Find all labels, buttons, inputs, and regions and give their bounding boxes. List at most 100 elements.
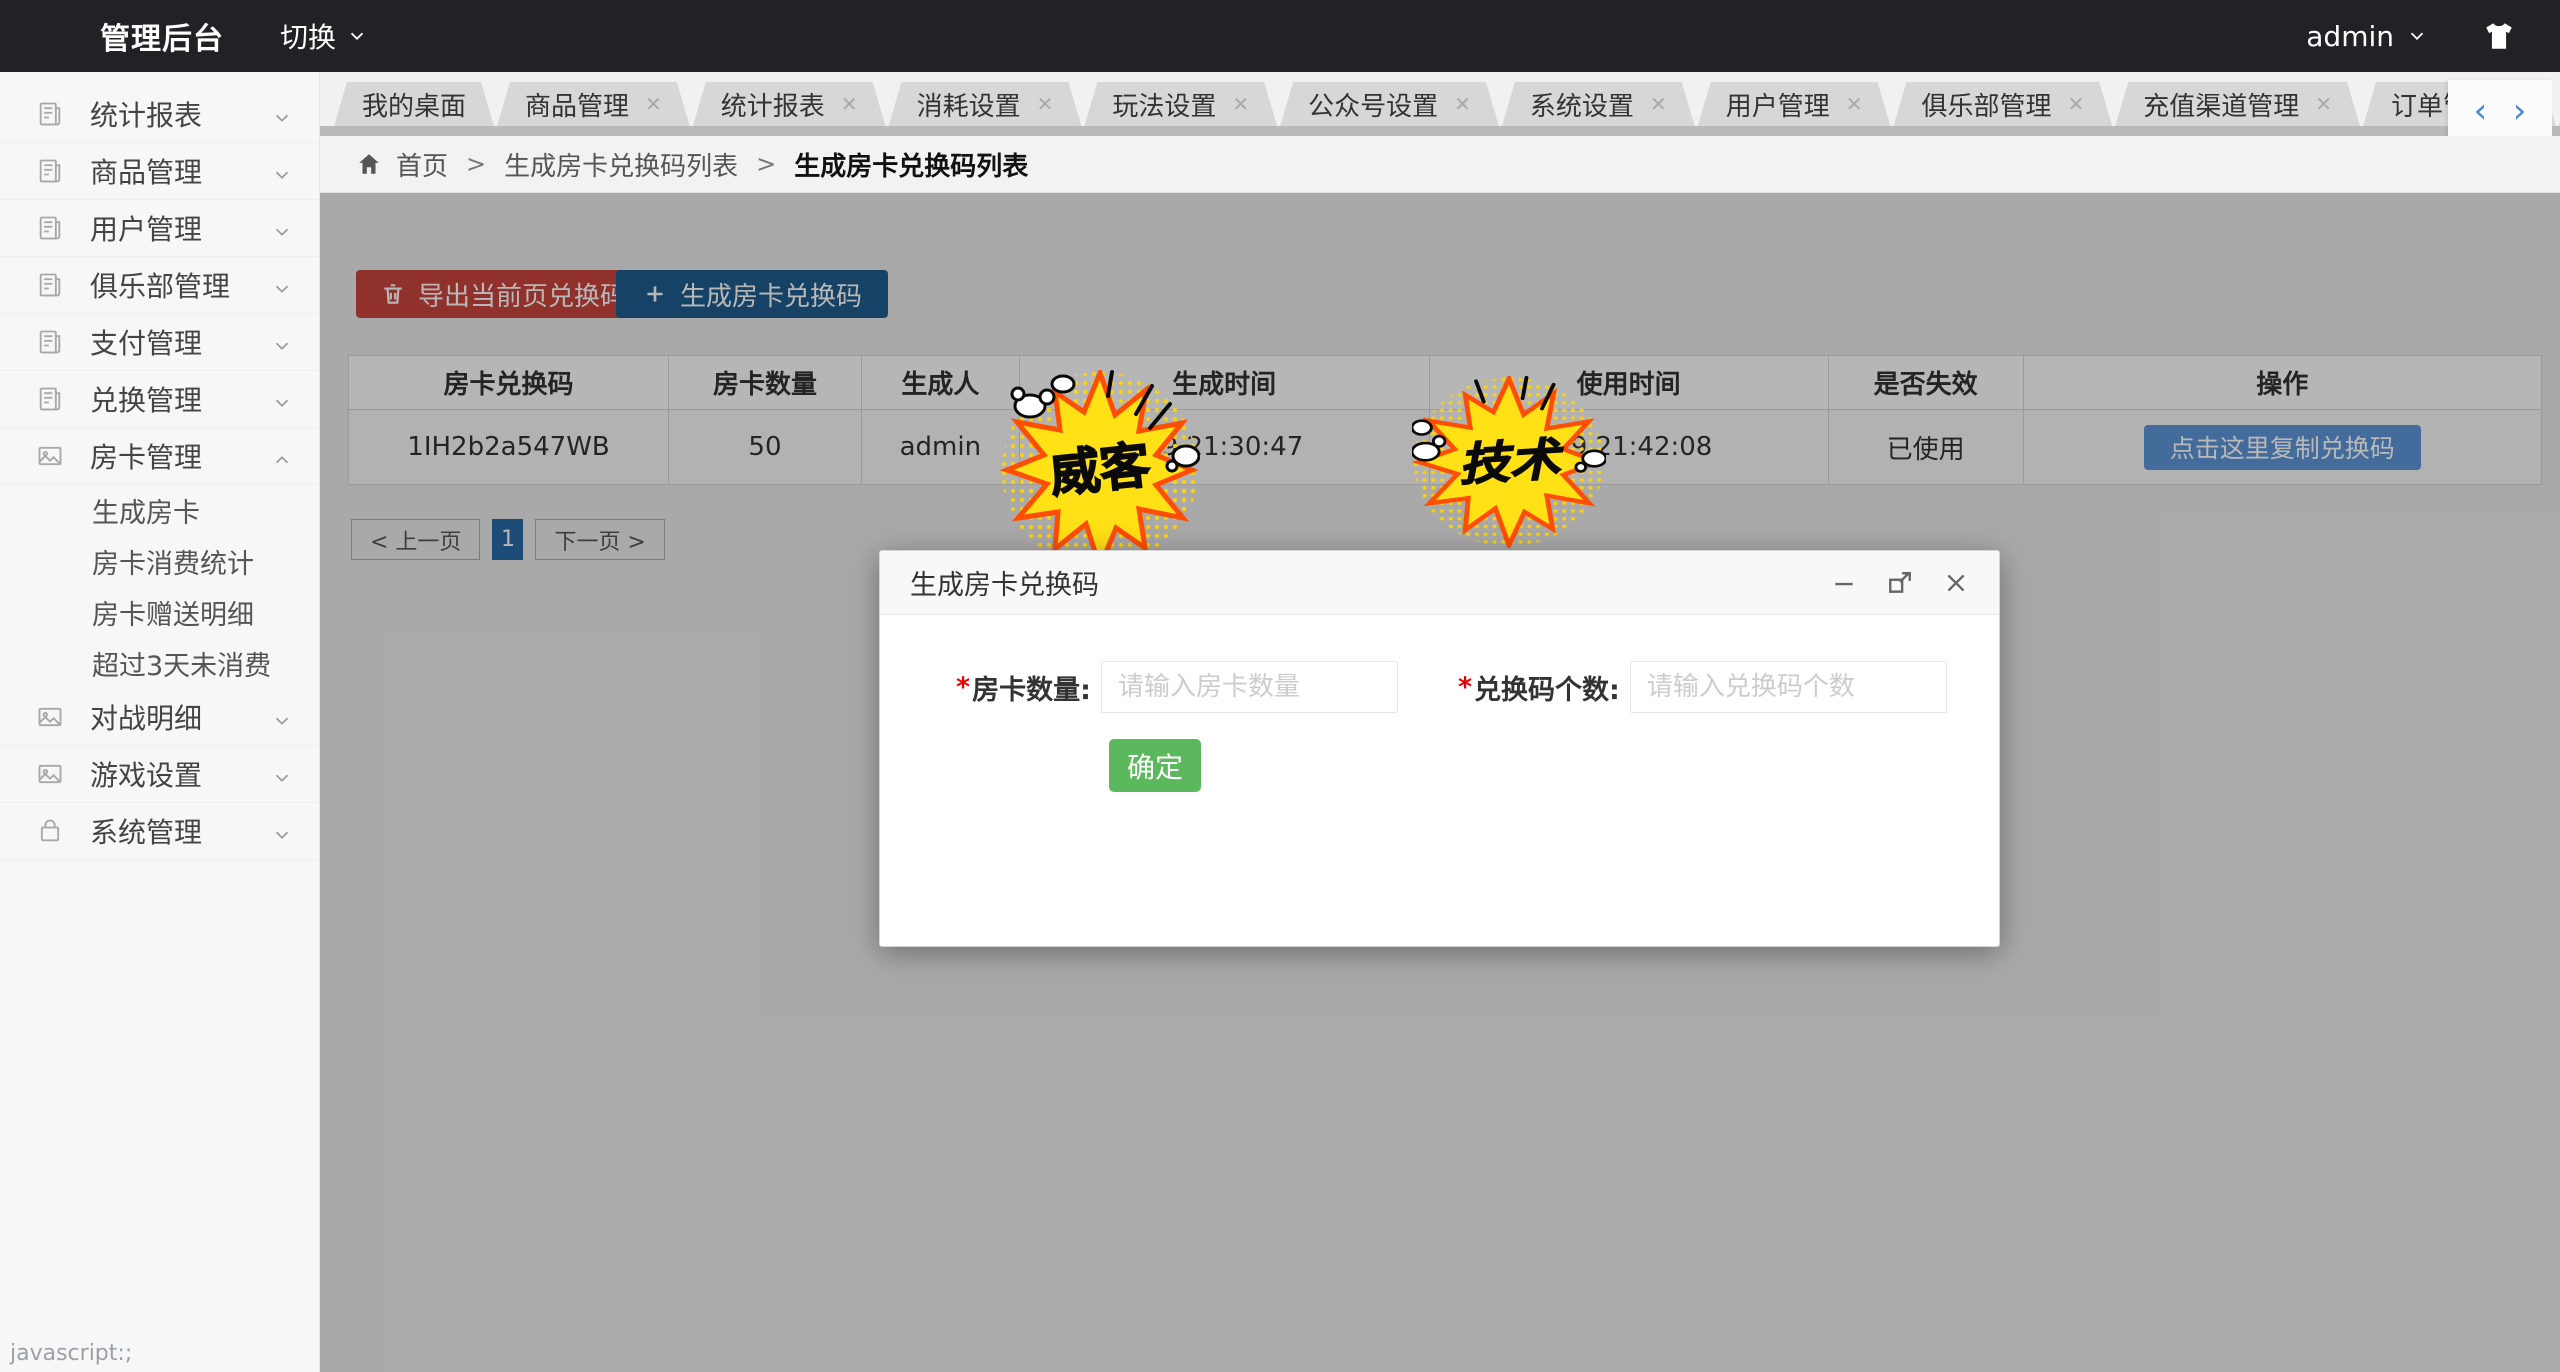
breadcrumb: 首页 > 生成房卡兑换码列表 > 生成房卡兑换码列表 — [320, 136, 2560, 193]
sidebar-item-roomcards[interactable]: 房卡管理 — [0, 428, 319, 485]
chevron-down-icon — [346, 25, 368, 47]
roomcard-quantity-label: 房卡数量: — [972, 668, 1091, 707]
roomcard-quantity-input[interactable] — [1101, 661, 1398, 713]
sidebar-subitem-roomcard-consumption[interactable]: 房卡消费统计 — [0, 536, 319, 587]
chevron-down-icon — [271, 388, 293, 410]
chevron-up-icon — [271, 445, 293, 467]
close-icon[interactable] — [1943, 570, 1969, 596]
breadcrumb-separator: > — [466, 150, 486, 178]
switch-menu[interactable]: 切换 — [280, 16, 368, 56]
sidebar: 统计报表 商品管理 用户管理 俱乐部管理 支付管理 兑换管理 房卡管理 生成房卡… — [0, 72, 320, 1372]
sidebar-item-label: 系统管理 — [90, 811, 202, 851]
tab-close-icon[interactable]: ✕ — [1454, 92, 1471, 116]
tab-consumption-settings[interactable]: 消耗设置 ✕ — [889, 82, 1082, 126]
tab-label: 俱乐部管理 — [1921, 86, 2051, 123]
tab-label: 我的桌面 — [362, 86, 466, 123]
sidebar-item-statistics[interactable]: 统计报表 — [0, 86, 319, 143]
minimize-icon[interactable] — [1831, 570, 1857, 596]
tab-close-icon[interactable]: ✕ — [2068, 92, 2085, 116]
sidebar-item-label: 统计报表 — [90, 94, 202, 134]
code-count-input[interactable] — [1630, 661, 1947, 713]
chevron-down-icon — [271, 820, 293, 842]
user-menu[interactable]: admin — [2306, 20, 2428, 53]
sidebar-item-label: 俱乐部管理 — [90, 265, 230, 305]
modal-body: * 房卡数量: * 兑换码个数: 确定 — [880, 615, 1999, 947]
app-title: 管理后台 — [100, 14, 224, 58]
tab-clubs[interactable]: 俱乐部管理 ✕ — [1893, 82, 2112, 126]
chevron-down-icon — [271, 706, 293, 728]
tab-close-icon[interactable]: ✕ — [841, 92, 858, 116]
username: admin — [2306, 20, 2394, 53]
generate-codes-modal: 生成房卡兑换码 * 房卡数量: * 兑换码个数: 确定 — [879, 550, 2000, 947]
tab-close-icon[interactable]: ✕ — [1846, 92, 1863, 116]
scroll-left-icon[interactable]: ‹ — [2474, 94, 2488, 128]
sidebar-item-label: 房卡管理 — [90, 436, 202, 476]
sub-item-label: 房卡赠送明细 — [92, 593, 254, 632]
status-link-hint: javascript:; — [10, 1341, 132, 1366]
sidebar-item-system[interactable]: 系统管理 — [0, 803, 319, 860]
tab-statistics[interactable]: 统计报表 ✕ — [693, 82, 886, 126]
chevron-down-icon — [271, 103, 293, 125]
tab-close-icon[interactable]: ✕ — [1650, 92, 1667, 116]
sidebar-item-redeem[interactable]: 兑换管理 — [0, 371, 319, 428]
tab-label: 消耗设置 — [917, 86, 1021, 123]
tab-label: 玩法设置 — [1112, 86, 1216, 123]
modal-header: 生成房卡兑换码 — [880, 551, 1999, 615]
tshirt-icon[interactable] — [2482, 19, 2516, 53]
sidebar-item-label: 支付管理 — [90, 322, 202, 362]
tab-my-desktop[interactable]: 我的桌面 — [334, 82, 494, 126]
tab-products[interactable]: 商品管理 ✕ — [497, 82, 690, 126]
tab-label: 统计报表 — [721, 86, 825, 123]
breadcrumb-item[interactable]: 生成房卡兑换码列表 — [504, 146, 738, 183]
sidebar-item-label: 兑换管理 — [90, 379, 202, 419]
tab-close-icon[interactable]: ✕ — [2315, 92, 2332, 116]
tab-system-settings[interactable]: 系统设置✕ — [1502, 82, 1695, 126]
modal-title: 生成房卡兑换码 — [910, 563, 1099, 602]
sidebar-subitem-generate-roomcard[interactable]: 生成房卡 — [0, 485, 319, 536]
sidebar-item-label: 游戏设置 — [90, 754, 202, 794]
doc-icon — [36, 157, 64, 185]
image-icon — [36, 442, 64, 470]
doc-icon — [36, 100, 64, 128]
sub-item-label: 生成房卡 — [92, 491, 200, 530]
chevron-down-icon — [271, 274, 293, 296]
image-icon — [36, 703, 64, 731]
sidebar-item-label: 用户管理 — [90, 208, 202, 248]
image-icon — [36, 760, 64, 788]
sidebar-item-battles[interactable]: 对战明细 — [0, 689, 319, 746]
chevron-down-icon — [271, 763, 293, 785]
tab-label: 用户管理 — [1726, 86, 1830, 123]
sidebar-subitem-inactive-3days[interactable]: 超过3天未消费 — [0, 638, 319, 689]
sidebar-item-payments[interactable]: 支付管理 — [0, 314, 319, 371]
tab-close-icon[interactable]: ✕ — [1037, 92, 1054, 116]
tab-users[interactable]: 用户管理 ✕ — [1698, 82, 1891, 126]
home-icon — [356, 151, 382, 177]
sidebar-item-game-settings[interactable]: 游戏设置 — [0, 746, 319, 803]
chevron-down-icon — [271, 160, 293, 182]
tab-official-account[interactable]: 公众号设置✕ — [1280, 82, 1499, 126]
maximize-icon[interactable] — [1887, 570, 1913, 596]
tab-recharge-channels[interactable]: 充值渠道管理✕ — [2115, 82, 2360, 126]
tab-close-icon[interactable]: ✕ — [1232, 92, 1249, 116]
sidebar-item-clubs[interactable]: 俱乐部管理 — [0, 257, 319, 314]
sidebar-subitem-roomcard-gifts[interactable]: 房卡赠送明细 — [0, 587, 319, 638]
sidebar-item-products[interactable]: 商品管理 — [0, 143, 319, 200]
breadcrumb-current: 生成房卡兑换码列表 — [794, 146, 1028, 183]
tab-label: 商品管理 — [525, 86, 629, 123]
tab-gameplay-settings[interactable]: 玩法设置 ✕ — [1084, 82, 1277, 126]
bag-icon — [36, 817, 64, 845]
chevron-down-icon — [2406, 25, 2428, 47]
breadcrumb-home[interactable]: 首页 — [396, 146, 448, 183]
sidebar-item-label: 商品管理 — [90, 151, 202, 191]
doc-icon — [36, 214, 64, 242]
scroll-right-icon[interactable]: › — [2513, 94, 2527, 128]
tab-scroll-box: ‹ › — [2448, 80, 2552, 142]
chevron-down-icon — [271, 331, 293, 353]
tab-close-icon[interactable]: ✕ — [645, 92, 662, 116]
sidebar-item-users[interactable]: 用户管理 — [0, 200, 319, 257]
confirm-button[interactable]: 确定 — [1109, 739, 1201, 792]
chevron-down-icon — [271, 217, 293, 239]
sidebar-item-label: 对战明细 — [90, 697, 202, 737]
code-count-label: 兑换码个数: — [1474, 668, 1620, 707]
doc-icon — [36, 328, 64, 356]
